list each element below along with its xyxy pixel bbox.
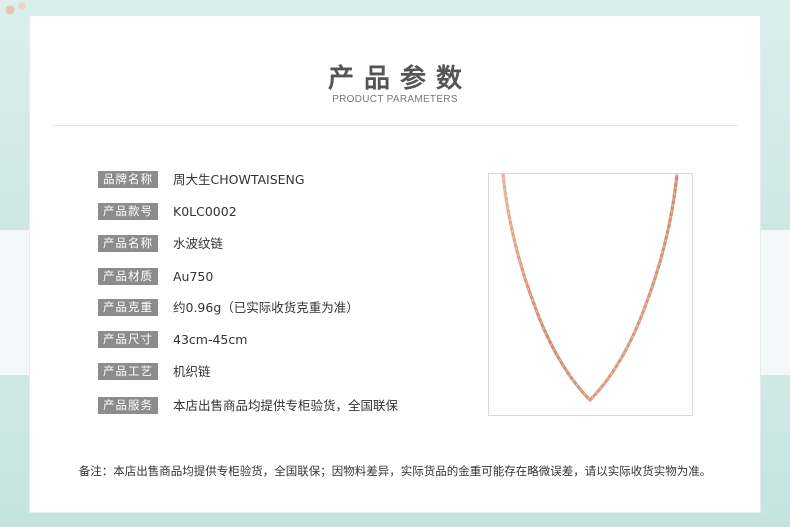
title-divider: [52, 125, 738, 126]
param-label: 品牌名称: [98, 171, 158, 188]
param-label: 产品材质: [98, 268, 158, 285]
param-label: 产品工艺: [98, 363, 158, 380]
param-value: Au750: [173, 269, 214, 284]
param-label: 产品尺寸: [98, 331, 158, 348]
param-value: 周大生CHOWTAISENG: [173, 172, 305, 187]
param-value: 约0.96g（已实际收货克重为准）: [173, 300, 359, 315]
param-label: 产品名称: [98, 235, 158, 252]
param-value: 43cm-45cm: [173, 332, 248, 347]
page-subtitle: PRODUCT PARAMETERS: [332, 94, 458, 105]
param-value: K0LC0002: [173, 204, 237, 219]
footnote: 备注：本店出售商品均提供专柜验货，全国联保；因物料差异，实际货品的金重可能存在略…: [78, 464, 712, 478]
param-label: 产品款号: [98, 203, 158, 220]
parameters-panel: 产品参数 PRODUCT PARAMETERS 品牌名称 周大生CHOWTAIS…: [30, 16, 760, 512]
param-value: 水波纹链: [173, 236, 224, 251]
product-image: [488, 173, 693, 416]
page-title: 产品参数: [327, 64, 472, 94]
param-label: 产品克重: [98, 299, 158, 316]
chain-necklace-icon: [501, 174, 679, 403]
param-value: 机织链: [173, 364, 211, 379]
param-label: 产品服务: [98, 397, 158, 414]
param-value: 本店出售商品均提供专柜验货，全国联保: [173, 398, 399, 413]
